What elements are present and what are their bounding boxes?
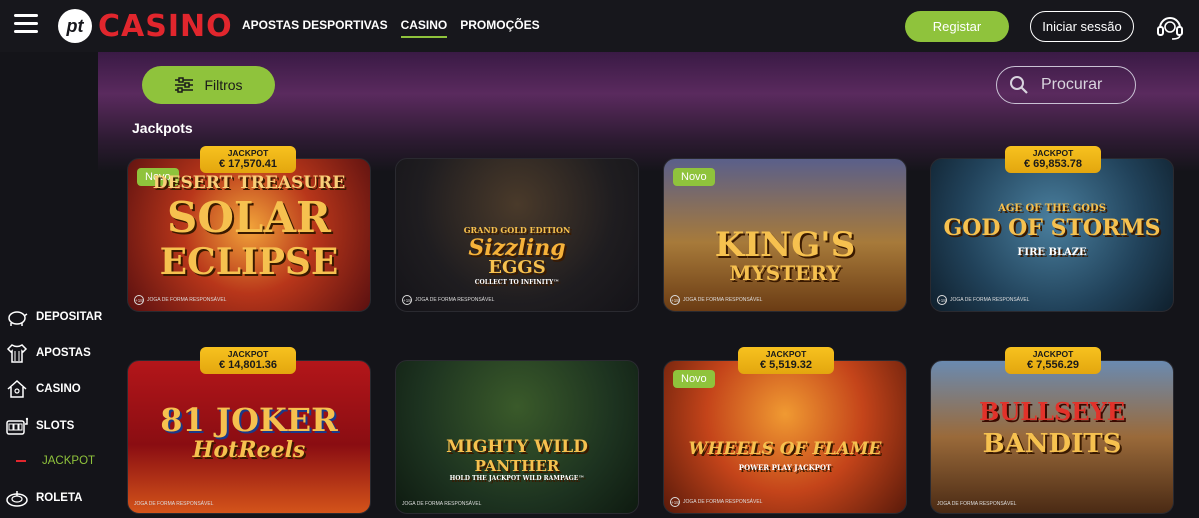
search-input[interactable]: Procurar [996,66,1136,104]
top-nav: APOSTAS DESPORTIVAS CASINO PROMOÇÕES [242,18,540,38]
sidebar-item-label: JACKPOT [42,455,96,467]
responsible-gaming-note: JOGA DE FORMA RESPONSÁVEL [937,501,1017,507]
game-card-god-of-storms[interactable]: AGE OF THE GODS GOD OF STORMS FIRE BLAZE… [930,158,1174,312]
section-title: Jackpots [132,120,193,136]
jackpot-badge: JACKPOT € 17,570.41 [200,146,296,173]
sidebar-item-jackpot[interactable]: JACKPOT [16,455,95,467]
game-card-bullseye-bandits[interactable]: BULLSEYE BANDITS JOGA DE FORMA RESPONSÁV… [930,360,1174,514]
hamburger-menu-icon[interactable] [14,14,38,34]
login-button[interactable]: Iniciar sessão [1030,11,1134,42]
slot-machine-icon [6,417,28,435]
dash-icon [16,460,26,462]
jackpot-badge: JACKPOT € 69,853.78 [1005,146,1101,173]
sidebar-item-label: DEPOSITAR [36,311,103,323]
nav-casino[interactable]: CASINO [400,18,448,38]
sidebar-item-label: ROLETA [36,492,83,504]
responsible-gaming-note: +18 JOGA DE FORMA RESPONSÁVEL [134,295,227,305]
game-card-81-joker[interactable]: 81 JOKER HotReels JOGA DE FORMA RESPONSÁ… [127,360,371,514]
headset-support-icon[interactable] [1155,12,1185,42]
sidebar-item-depositar[interactable]: DEPOSITAR [6,307,102,327]
responsible-gaming-note: +18 JOGA DE FORMA RESPONSÁVEL [402,295,495,305]
search-placeholder: Procurar [1041,76,1103,93]
jackpot-badge: JACKPOT € 7,556.29 [1005,347,1101,374]
house-icon [7,379,27,398]
nav-apostas-desportivas[interactable]: APOSTAS DESPORTIVAS [242,18,388,38]
top-header: pt CASINO APOSTAS DESPORTIVAS CASINO PRO… [0,0,1199,52]
sidebar-item-label: SLOTS [36,420,75,432]
piggy-bank-icon [8,311,28,326]
responsible-gaming-note: JOGA DE FORMA RESPONSÁVEL [402,501,482,507]
responsible-gaming-note: JOGA DE FORMA RESPONSÁVEL [134,501,214,507]
sliders-icon [175,77,194,93]
jackpot-badge: JACKPOT € 14,801.36 [200,347,296,374]
novo-badge: Novo [673,168,715,186]
game-card-mighty-wild-panther[interactable]: MIGHTY WILD PANTHER HOLD THE JACKPOT WIL… [395,360,639,514]
nav-promocoes[interactable]: PROMOÇÕES [460,18,539,38]
sidebar-item-label: APOSTAS [36,347,91,359]
filter-button[interactable]: Filtros [142,66,275,104]
novo-badge: Novo [673,370,715,388]
logo-text: CASINO [98,8,233,44]
sidebar-item-slots[interactable]: SLOTS [6,416,74,436]
responsible-gaming-note: +18 JOGA DE FORMA RESPONSÁVEL [670,497,763,507]
filter-button-label: Filtros [204,77,243,93]
game-card-sizzling-eggs[interactable]: GRAND GOLD EDITION Sizzling EGGS COLLECT… [395,158,639,312]
shirt-icon [6,344,28,363]
logo-pt: pt [58,9,92,43]
responsible-gaming-note: +18 JOGA DE FORMA RESPONSÁVEL [670,295,763,305]
game-card-kings-mystery[interactable]: Novo KING'S MYSTERY +18 JOGA DE FORMA RES… [663,158,907,312]
responsible-gaming-note: +18 JOGA DE FORMA RESPONSÁVEL [937,295,1030,305]
game-card-solar-eclipse[interactable]: Novo DESERT TREASURE SOLAR ECLIPSE +18 JO… [127,158,371,312]
jackpot-badge: JACKPOT € 5,519.32 [738,347,834,374]
register-button[interactable]: Registar [905,11,1009,42]
search-icon [1010,76,1028,94]
sidebar: DEPOSITAR APOSTAS CASINO SLOTS JACKPOT R… [0,52,102,518]
sidebar-item-roleta[interactable]: ROLETA [6,488,82,508]
logo[interactable]: pt CASINO [58,8,233,44]
sidebar-item-casino[interactable]: CASINO [6,379,81,399]
sidebar-item-label: CASINO [36,383,81,395]
roulette-icon [6,491,28,507]
game-card-wheels-of-flame[interactable]: Novo WHEELS OF FLAME POWER PLAY JACKPOT … [663,360,907,514]
sidebar-item-apostas[interactable]: APOSTAS [6,343,91,363]
